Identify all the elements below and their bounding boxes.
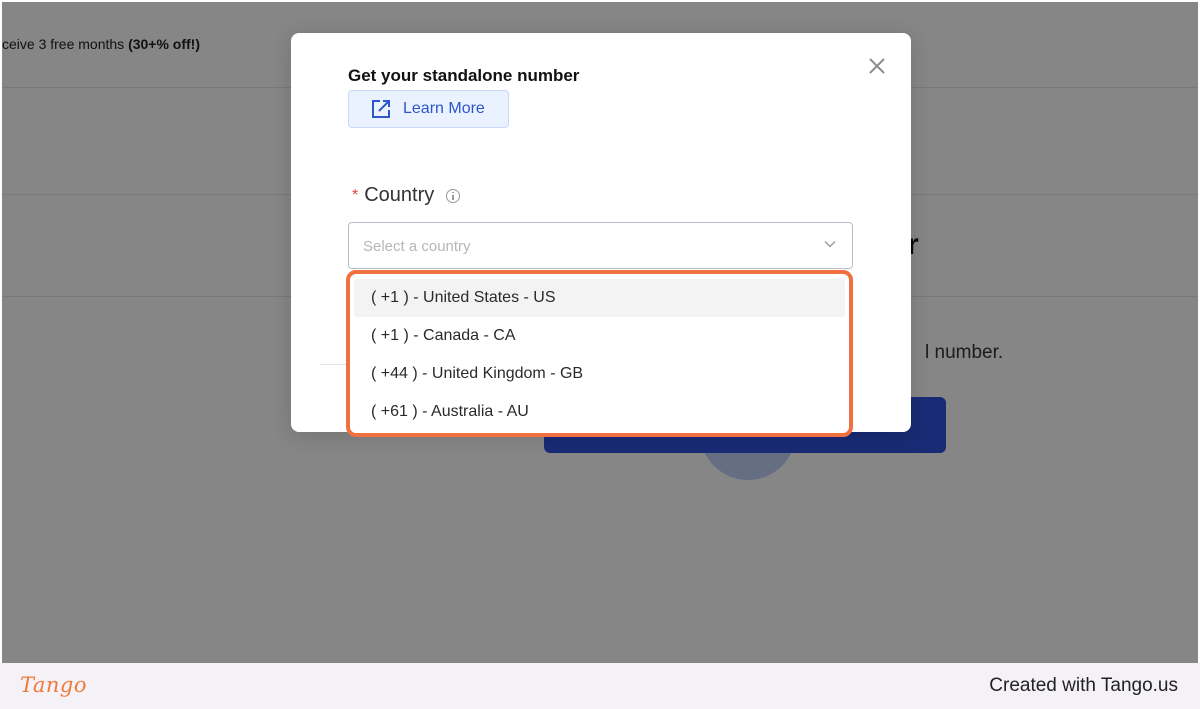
chevron-down-icon [824,241,836,248]
learn-more-button[interactable]: Learn More [348,90,509,128]
country-option-au[interactable]: ( +61 ) - Australia - AU [354,393,845,431]
country-select-placeholder: Select a country [363,238,471,255]
country-select[interactable]: Select a country [348,222,853,269]
info-icon[interactable] [446,188,461,203]
modal-title: Get your standalone number [348,66,580,85]
required-mark: * [352,186,359,204]
country-dropdown: ( +1 ) - United States - US ( +1 ) - Can… [346,270,853,437]
learn-more-label: Learn More [403,100,485,117]
country-option-us[interactable]: ( +1 ) - United States - US [354,279,845,317]
close-icon[interactable] [866,55,888,77]
country-option-gb[interactable]: ( +44 ) - United Kingdom - GB [354,355,845,393]
external-link-icon [372,100,390,118]
created-with-text: Created with Tango.us [989,675,1178,696]
country-option-ca[interactable]: ( +1 ) - Canada - CA [354,317,845,355]
country-label: Country [364,184,435,206]
tango-logo: Tango [20,673,88,697]
country-field-label: * Country [352,184,461,207]
